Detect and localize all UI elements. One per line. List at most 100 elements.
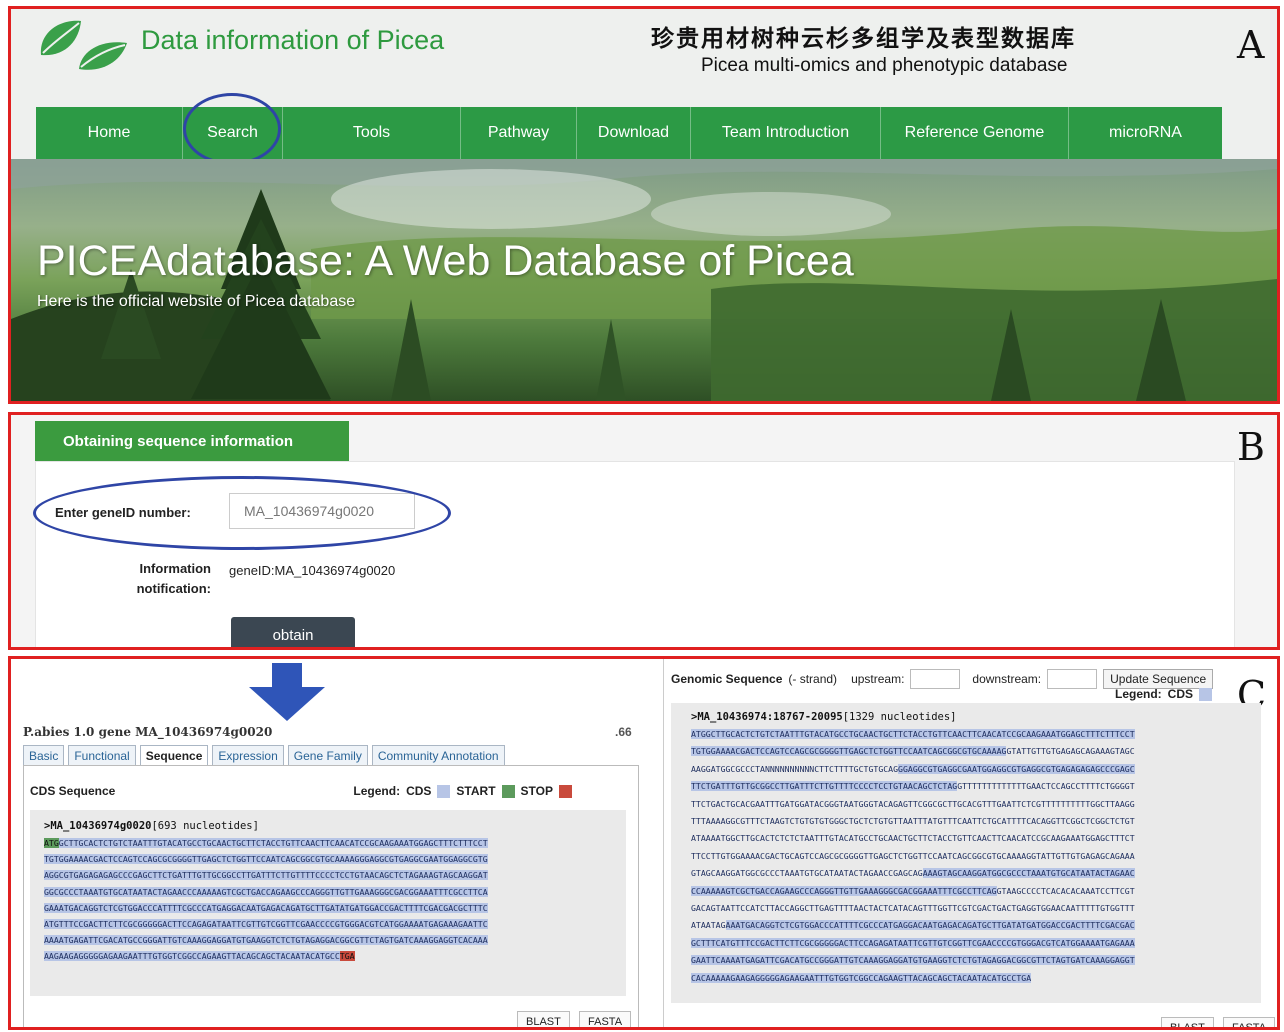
cds-segment: CCAAAAAGTCGCTGACCAGAAGCCCAGGGTTGTTGAAAGG… — [691, 885, 997, 896]
genomic-sequence-line: GACAGTAATTCCATCTTACCAGGCTTGAGTTTTAACTACT… — [691, 900, 1261, 917]
genomic-legend: Legend: CDS — [1115, 687, 1213, 701]
intron-segment: GTATTGTTGTGAGAGCAGAAAGTAGC — [1006, 746, 1135, 757]
nav-tools[interactable]: Tools — [283, 107, 461, 159]
cds-segment: GCTTTCATGTTTCCGACTTCTTCGCGGGGGACTTCCAGAG… — [691, 937, 1135, 948]
strand-label: (- strand) — [788, 672, 838, 686]
sequence-tab-content: CDS Sequence Legend: CDS START STOP >MA_… — [23, 765, 639, 1027]
legend-start-label: START — [456, 784, 496, 798]
upstream-label: upstream: — [851, 672, 905, 686]
genomic-sequence-line: TTCCTTGTGGAAAACGACTGCAGTCCAGCGCGGGGTTGAG… — [691, 848, 1261, 865]
genomic-sequence-line: CACAAAAAGAAGAGGGGGAGAAGAATTTGTGGTCGGCCAG… — [691, 970, 1261, 987]
obtain-button[interactable]: obtain — [231, 617, 355, 647]
hero-subtitle: Here is the official website of Picea da… — [37, 293, 356, 310]
information-notification-value: geneID:MA_10436974g0020 — [229, 563, 396, 578]
hero-title: PICEAdatabase: A Web Database of Picea — [37, 237, 854, 285]
cds-sequence-id: >MA_10436974g0020 — [44, 820, 152, 832]
cds-segment: GAAATGACAGGTCTCGTGGACCCATTTTCGCCCATGAGGA… — [44, 902, 488, 913]
nav-team-introduction[interactable]: Team Introduction — [691, 107, 881, 159]
chinese-title: 珍贵用材树种云杉多组学及表型数据库 — [651, 25, 1076, 52]
blast-button-left[interactable]: BLAST — [517, 1011, 570, 1027]
genomic-sequence-box: >MA_10436974:18767-20095[1329 nucleotide… — [671, 703, 1261, 1003]
genomic-sequence-toolbar: Genomic Sequence (- strand) upstream: do… — [671, 669, 1214, 689]
genomic-legend-label: Legend: — [1115, 687, 1162, 701]
start-codon: ATG — [44, 838, 59, 848]
genomic-sequence-title: Genomic Sequence — [671, 672, 783, 686]
intron-segment: GACAGTAATTCCATCTTACCAGGCTTGAGTTTTAACTACT… — [691, 903, 1135, 914]
cds-segment: AAAGTAGCAAGGATGGCGCCCTAAATGTGCATAATACTAG… — [922, 868, 1135, 879]
downstream-input[interactable] — [1047, 669, 1098, 689]
information-notification-label: Information notification: — [136, 561, 211, 596]
panel-divider — [663, 659, 664, 1027]
intron-segment: TTCCTTGTGGAAAACGACTGCAGTCCAGCGCGGGGTTGAG… — [691, 850, 1135, 861]
tab-expression[interactable]: Expression — [212, 745, 284, 767]
genomic-sequence-line: GTAGCAAGGATGGCGCCCTAAATGTGCATAATACTAGAAC… — [691, 865, 1261, 882]
fasta-button-right[interactable]: FASTA — [1223, 1017, 1276, 1027]
cds-segment: GCTTGCACTCTGTCTAATTTGTACATGCCTGCAACTGCTT… — [58, 838, 488, 848]
downstream-label: downstream: — [972, 672, 1042, 686]
intron-segment: ATAAAATGGCTTGCACTCTCTCTAATTTGTACATGCCTGC… — [691, 833, 1135, 844]
sequence-legend: Legend: CDS START STOP — [353, 784, 572, 798]
tab-community-annotation[interactable]: Community Annotation — [371, 745, 505, 767]
cds-sequence-line: AAGAAGAGGGGGAGAAGAATTTGTGGTCGGCCAGAAGTTA… — [44, 948, 626, 964]
cds-segment: GGAGGCGTGAGGCGAATGGAGGCGTGAGGCGTGAGAGAGA… — [898, 763, 1135, 774]
nav-download[interactable]: Download — [577, 107, 691, 159]
cds-segment: AAAATGAGATTCGACATGCCGGGATTGTCAAAGGAGGATG… — [44, 935, 488, 946]
upstream-input[interactable] — [910, 669, 961, 689]
obtaining-sequence-tab[interactable]: Obtaining sequence information — [35, 421, 349, 461]
genomic-sequence-line: CCAAAAAGTCGCTGACCAGAAGCCCAGGGTTGTTGAAAGG… — [691, 883, 1261, 900]
genomic-legend-cds-swatch — [1199, 687, 1213, 701]
tab-sequence[interactable]: Sequence — [139, 745, 209, 767]
fasta-button-left[interactable]: FASTA — [579, 1011, 632, 1027]
genomic-sequence-line: TTCTGACTGCACGAATTTGATGGATACGGGTAATGGGTAC… — [691, 796, 1261, 813]
legend-stop-swatch — [559, 784, 572, 798]
gene-header: P.abies 1.0 gene MA_10436974g0020 — [23, 725, 273, 739]
genomic-sequence-lines: ATGGCTTGCACTCTGTCTAATTTGTACATGCCTGCAACTG… — [691, 726, 1261, 987]
nav-pathway[interactable]: Pathway — [461, 107, 577, 159]
tab-gene-family[interactable]: Gene Family — [287, 745, 368, 767]
tab-basic[interactable]: Basic — [23, 745, 65, 767]
cds-sequence-header: >MA_10436974g0020[693 nucleotides] — [44, 820, 626, 832]
nav-reference-genome[interactable]: Reference Genome — [881, 107, 1069, 159]
genomic-legend-cds-label: CDS — [1167, 687, 1194, 701]
cds-sequence-lines: ATGGCTTGCACTCTGTCTAATTTGTACATGCCTGCAACTG… — [44, 835, 626, 965]
genomic-sequence-id: >MA_10436974:18767-20095 — [691, 711, 843, 723]
cds-segment: ATGGCTTGCACTCTGTCTAATTTGTACATGCCTGCAACTG… — [691, 729, 1135, 739]
cds-sequence-box: >MA_10436974g0020[693 nucleotides] ATGGC… — [30, 810, 626, 996]
legend-stop-label: STOP — [520, 784, 553, 798]
update-sequence-button[interactable]: Update Sequence — [1103, 669, 1214, 689]
blast-button-right[interactable]: BLAST — [1161, 1017, 1214, 1027]
cds-sequence-line: ATGTTTCCGACTTCTTCGCGGGGGACTTCCAGAGATAATT… — [44, 916, 626, 932]
intron-segment: GTTTTTTTTTTTTTGAACTCCAGCCTTTTCTGGGGT — [957, 781, 1135, 792]
genomic-sequence-line: TTCTGATTTGTTGCGGCCTTGATTTCTTGTTTTCCCCTCC… — [691, 778, 1261, 795]
gene-input-highlight-ellipse — [33, 476, 451, 550]
nav-home[interactable]: Home — [36, 107, 183, 159]
genomic-sequence-header: >MA_10436974:18767-20095[1329 nucleotide… — [691, 711, 1261, 723]
cds-segment: AAGAAGAGGGGGAGAAGAATTTGTGGTCGGCCAGAAGTTA… — [44, 951, 340, 962]
genomic-sequence-line: ATAATAGAAATGACAGGTCTCGTGGACCCATTTTCGCCCA… — [691, 917, 1261, 934]
cds-sequence-line: GGCGCCCTAAATGTGCATAATACTAGAACCCAAAAAGTCG… — [44, 884, 626, 900]
panel-letter-b: B — [1237, 425, 1265, 469]
cds-segment: ATGTTTCCGACTTCTTCGCGGGGGACTTCCAGAGATAATT… — [44, 919, 488, 930]
leaf-logo-icon — [40, 20, 127, 70]
nav-microrna[interactable]: microRNA — [1069, 107, 1222, 159]
legend-label: Legend: — [353, 784, 401, 798]
intron-segment: TTCTGACTGCACGAATTTGATGGATACGGGTAATGGGTAC… — [691, 798, 1135, 809]
tab-functional[interactable]: Functional — [68, 745, 136, 767]
genomic-sequence-line: ATAAAATGGCTTGCACTCTCTCTAATTTGTACATGCCTGC… — [691, 830, 1261, 847]
panel-a: Data information of Picea 珍贵用材树种云杉多组学及表型… — [8, 6, 1280, 404]
genomic-sequence-line: TGTGGAAAACGACTCCAGTCCAGCGCGGGGTTGAGCTCTG… — [691, 743, 1261, 760]
cds-sequence-length: [693 nucleotides] — [151, 820, 259, 832]
intron-segment: GTAAGCCCCTCACACACAAATCCTTCGT — [996, 885, 1135, 896]
cds-sequence-line: ATGGCTTGCACTCTGTCTAATTTGTACATGCCTGCAACTG… — [44, 835, 626, 851]
cds-segment: GAATTCAAAATGAGATTCGACATGCCGGGATTGTCAAAGG… — [691, 955, 1135, 966]
cds-sequence-line: AGGCGTGAGAGAGAGCCCGAGCTTCTGATTTGTTGCGGCC… — [44, 867, 626, 883]
intron-segment: GTAGCAAGGATGGCGCCCTAAATGTGCATAATACTAGAAC… — [691, 868, 923, 879]
search-highlight-circle — [183, 93, 281, 165]
legend-cds-swatch — [437, 784, 451, 798]
cds-segment: TTCTGATTTGTTGCGGCCTTGATTTCTTGTTTTCCCCTCC… — [691, 781, 958, 792]
cds-sequence-line: AAAATGAGATTCGACATGCCGGGATTGTCAAAGGAGGATG… — [44, 932, 626, 948]
intron-segment: AAGGATGGCGCCCTANNNNNNNNNNCTTCTTTTGCTGTGC… — [691, 763, 899, 774]
panel-letter-a: A — [1237, 23, 1265, 67]
site-title: Data information of Picea — [141, 25, 445, 55]
cds-sequence-line: GAAATGACAGGTCTCGTGGACCCATTTTCGCCCATGAGGA… — [44, 900, 626, 916]
